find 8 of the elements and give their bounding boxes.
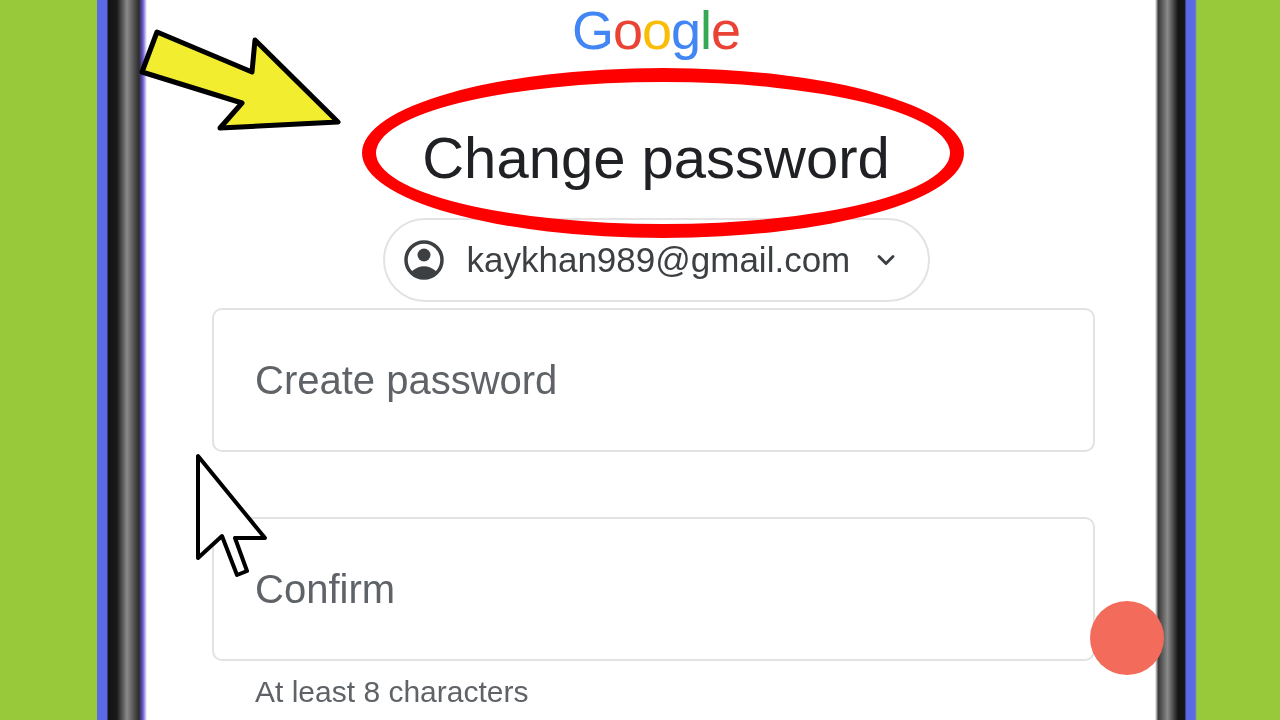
account-chip[interactable]: kaykhan989@gmail.com <box>382 218 930 302</box>
page-heading: Change password <box>422 124 890 192</box>
password-field[interactable]: Create password <box>212 308 1095 452</box>
helper-text: At least 8 characters <box>255 674 530 710</box>
logo: Google <box>571 0 741 60</box>
account-icon <box>403 240 444 280</box>
arrow-icon <box>138 28 342 132</box>
password-field[interactable]: Confirm <box>212 517 1095 661</box>
